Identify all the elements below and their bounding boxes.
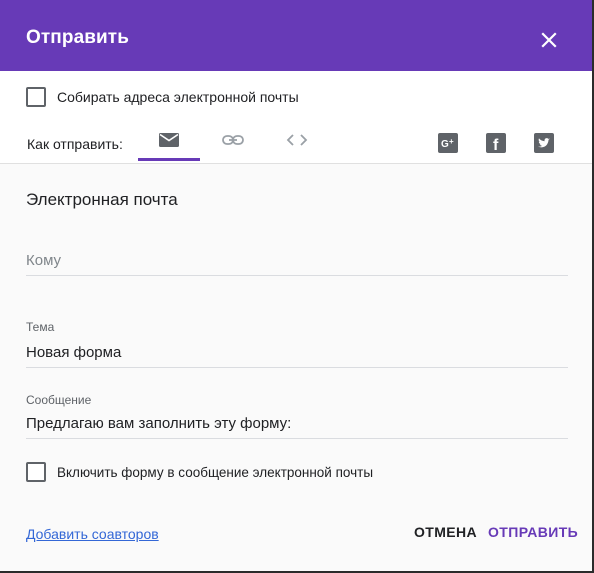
link-icon	[222, 135, 244, 145]
dialog-title: Отправить	[26, 27, 129, 48]
close-button[interactable]	[536, 27, 562, 53]
send-form-dialog: Отправить Собирать адреса электронной по…	[0, 0, 594, 573]
tab-email[interactable]	[138, 126, 200, 161]
message-value: Предлагаю вам заполнить эту форму:	[26, 415, 292, 432]
subject-label: Тема	[26, 320, 55, 334]
subject-value: Новая форма	[26, 344, 122, 361]
google-plus-icon: G +	[441, 137, 454, 150]
tab-embed[interactable]	[265, 126, 327, 161]
svg-text:f: f	[493, 137, 499, 153]
facebook-share-button[interactable]: f	[486, 133, 506, 153]
close-icon	[541, 32, 557, 48]
embed-code-icon	[286, 134, 308, 146]
message-label: Сообщение	[26, 393, 92, 407]
include-form-label: Включить форму в сообщение электронной п…	[57, 465, 374, 480]
email-icon	[159, 133, 179, 147]
twitter-icon	[538, 138, 550, 148]
twitter-share-button[interactable]	[534, 133, 554, 153]
message-field[interactable]: Предлагаю вам заполнить эту форму:	[26, 410, 568, 439]
email-section-title: Электронная почта	[26, 190, 178, 209]
dialog-header: Отправить	[0, 0, 592, 71]
send-button[interactable]: ОТПРАВИТЬ	[488, 524, 578, 540]
collect-emails-checkbox[interactable]	[26, 87, 46, 107]
svg-text:G: G	[441, 139, 449, 150]
facebook-icon: f	[493, 137, 499, 153]
send-via-label: Как отправить:	[27, 136, 123, 152]
tab-link[interactable]	[201, 126, 263, 161]
include-form-checkbox[interactable]	[26, 462, 46, 482]
add-collaborators-link[interactable]: Добавить соавторов	[26, 526, 159, 542]
recipients-field[interactable]: Кому	[26, 244, 568, 276]
google-plus-share-button[interactable]: G +	[438, 133, 458, 153]
svg-text:+: +	[449, 137, 454, 146]
recipients-placeholder: Кому	[26, 252, 62, 269]
subject-field[interactable]: Новая форма	[26, 338, 568, 368]
collect-emails-label: Собирать адреса электронной почты	[57, 89, 299, 105]
cancel-button[interactable]: ОТМЕНА	[414, 524, 477, 540]
